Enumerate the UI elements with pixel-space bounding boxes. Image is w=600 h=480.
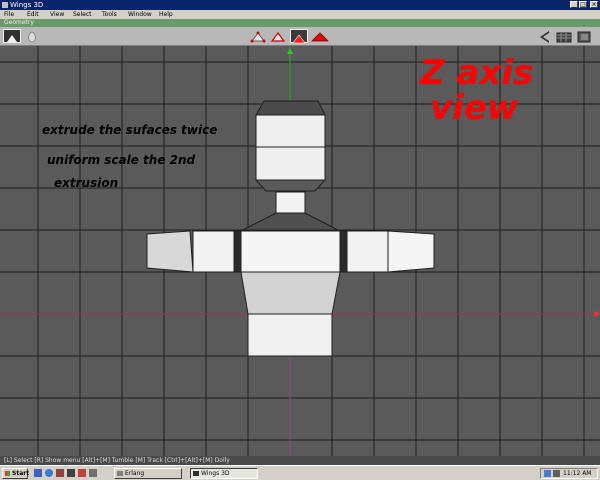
erlang-icon [117, 471, 123, 476]
menu-view[interactable]: View [50, 10, 64, 19]
app-icon [2, 2, 8, 8]
clock[interactable]: 11:12 AM [563, 469, 591, 478]
browser-icon[interactable] [45, 469, 53, 477]
head-top-bevel[interactable] [255, 100, 326, 116]
model-mesh[interactable] [146, 100, 435, 357]
menu-tools[interactable]: Tools [102, 10, 117, 19]
menu-bar: File Edit View Select Tools Window Help [0, 10, 600, 19]
head-upper-face[interactable] [255, 114, 326, 148]
view-label-z-axis: Z axis [419, 53, 533, 93]
menu-edit[interactable]: Edit [27, 10, 39, 19]
annotation-scale-line1: uniform scale the 2nd [47, 153, 196, 167]
volume-icon[interactable] [553, 470, 560, 477]
start-label: Start [12, 470, 30, 477]
body-select-icon [311, 32, 329, 42]
workmode-icon [577, 31, 591, 43]
taskbar-item-wings3d[interactable]: Wings 3D [190, 468, 258, 479]
toolbar [0, 27, 600, 46]
annotation-scale-line2: extrusion [54, 176, 118, 190]
os-taskbar: Start Erlang Wings 3D 11:12 AM [0, 465, 600, 480]
perspective-toggle-button[interactable] [537, 29, 555, 43]
edge-select-icon [270, 32, 286, 42]
close-button[interactable]: × [590, 1, 598, 8]
task-label: Erlang [125, 470, 145, 477]
viewport-canvas[interactable]: Z axis view extrude the sufaces twice un… [0, 46, 600, 456]
tool-icon[interactable] [78, 469, 86, 477]
system-tray: 11:12 AM [540, 468, 598, 479]
geometry-label: Geometry [4, 19, 34, 26]
abdomen-face[interactable] [240, 271, 341, 315]
desktop-icon[interactable] [34, 469, 42, 477]
status-bar: [L] Select [R] Show menu [Alt]+[M] Tumbl… [0, 456, 600, 465]
left-arm-band[interactable] [233, 230, 242, 273]
edge-select-button[interactable] [270, 29, 288, 43]
face-select-button[interactable] [290, 29, 308, 44]
right-arm-face[interactable] [346, 230, 389, 273]
perspective-toggle-icon [540, 31, 549, 43]
window-title-bar[interactable]: Wings 3D _ □ × [0, 0, 600, 10]
head-lower-face[interactable] [255, 146, 326, 181]
chest-face[interactable] [240, 230, 341, 273]
smooth-preview-icon [28, 31, 36, 43]
media-icon[interactable] [67, 469, 75, 477]
left-arm-face[interactable] [192, 230, 235, 273]
app-launcher-icon[interactable] [56, 469, 64, 477]
task-label: Wings 3D [201, 470, 230, 477]
menu-help[interactable]: Help [159, 10, 173, 19]
start-button[interactable]: Start [2, 468, 30, 479]
wings-icon [193, 471, 199, 476]
y-axis-arrow [287, 48, 293, 54]
ortho-view-button[interactable] [556, 29, 574, 43]
left-arm-end-face[interactable] [146, 230, 194, 273]
right-arm-band[interactable] [339, 230, 348, 273]
maximize-button[interactable]: □ [579, 1, 587, 8]
neck-face[interactable] [275, 191, 306, 214]
body-select-button[interactable] [311, 29, 329, 43]
taskbar-item-erlang[interactable]: Erlang [114, 468, 182, 479]
right-arm-end-face[interactable] [387, 230, 435, 273]
network-icon[interactable] [544, 470, 551, 477]
undo-button[interactable] [3, 29, 21, 43]
misc-icon[interactable] [89, 469, 97, 477]
annotation-extrude: extrude the sufaces twice [42, 123, 217, 137]
ortho-view-icon [556, 32, 572, 43]
head-bottom-bevel[interactable] [254, 179, 327, 192]
vertex-select-button[interactable] [250, 29, 268, 43]
hips-face[interactable] [247, 313, 333, 357]
face-select-icon [292, 34, 306, 44]
menu-window[interactable]: Window [128, 10, 152, 19]
windows-logo-icon [5, 471, 10, 476]
minimize-button[interactable]: _ [570, 1, 578, 8]
status-hint-text: [L] Select [R] Show menu [Alt]+[M] Tumbl… [4, 457, 230, 464]
view-label-view: view [430, 88, 519, 128]
menu-file[interactable]: File [4, 10, 14, 19]
vertex-select-icon [250, 31, 266, 43]
quick-launch [34, 469, 104, 478]
workmode-button[interactable] [576, 29, 594, 43]
smooth-preview-button[interactable] [24, 29, 42, 43]
shoulder-slope-face[interactable] [242, 212, 339, 231]
menu-select[interactable]: Select [73, 10, 92, 19]
undo-icon [7, 35, 17, 42]
window-title: Wings 3D [10, 1, 44, 9]
x-axis-arrow [594, 311, 600, 317]
geometry-window-bar[interactable]: Geometry [0, 19, 600, 27]
geometry-viewport[interactable]: Z axis view extrude the sufaces twice un… [0, 46, 600, 456]
